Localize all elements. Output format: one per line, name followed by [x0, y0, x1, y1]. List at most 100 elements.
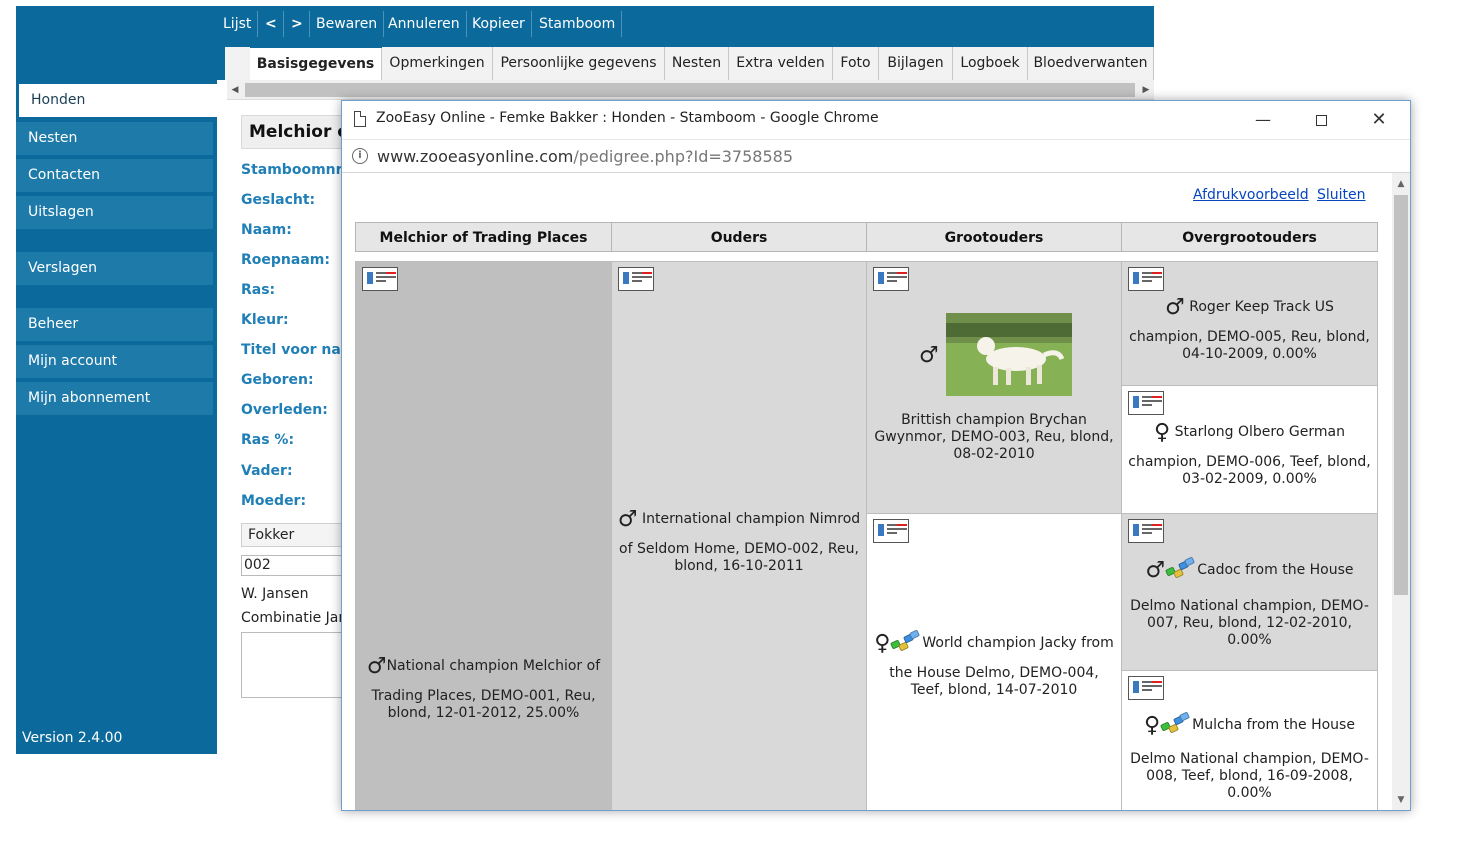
id-card-icon[interactable]	[873, 267, 909, 291]
id-card-icon[interactable]	[1128, 267, 1164, 291]
sidebar-item-verslagen[interactable]: Verslagen	[16, 252, 213, 285]
pedigree-cell-ggp1: ♂ Roger Keep Track US champion, DEMO-005…	[1121, 261, 1378, 386]
close-icon[interactable]: ✕	[1356, 101, 1402, 139]
url-path: /pedigree.php?Id=3758585	[573, 147, 794, 166]
tab-bar-stub	[225, 47, 250, 80]
tab-logboek[interactable]: Logboek	[953, 47, 1028, 80]
male-icon: ♂	[617, 507, 638, 532]
sidebar: Honden Nesten Contacten Uitslagen Versla…	[16, 6, 217, 754]
gems-icon	[890, 629, 921, 652]
dog-photo-image	[946, 313, 1072, 396]
dog-photo[interactable]	[946, 313, 1072, 396]
vertical-scrollbar[interactable]: ▲ ▼	[1392, 173, 1410, 810]
pedigree-cell-ggp3: ♂ Cadoc from the House Delmo National cha…	[1121, 513, 1378, 671]
dog-details: champion, DEMO-005, Reu, blond, 04-10-20…	[1129, 329, 1370, 362]
tab-foto[interactable]: Foto	[833, 47, 879, 80]
dog-details: champion, DEMO-006, Teef, blond, 03-02-2…	[1128, 454, 1371, 487]
scroll-left-icon[interactable]: ◀	[227, 80, 243, 100]
window-titlebar[interactable]: ZooEasy Online - Femke Bakker : Honden -…	[342, 101, 1410, 139]
sidebar-item-nesten[interactable]: Nesten	[16, 122, 213, 155]
dog-details: Delmo National champion, DEMO-007, Reu, …	[1130, 598, 1369, 648]
label-ras: Ras:	[241, 282, 276, 298]
dog-details: Trading Places, DEMO-001, Reu, blond, 12…	[371, 688, 596, 721]
label-kleur: Kleur:	[241, 312, 289, 328]
gems-icon	[1165, 556, 1196, 579]
label-ras-pct: Ras %:	[241, 432, 295, 448]
id-card-icon[interactable]	[362, 267, 398, 291]
female-icon: ♀	[1154, 420, 1171, 445]
tab-extra-velden[interactable]: Extra velden	[729, 47, 833, 80]
sidebar-item-honden[interactable]: Honden	[19, 84, 217, 117]
previous-button[interactable]: <	[259, 11, 284, 37]
dog-name[interactable]: World champion Jacky from	[922, 635, 1113, 651]
sidebar-item-mijn-account[interactable]: Mijn account	[16, 345, 213, 378]
id-card-icon[interactable]	[1128, 676, 1164, 700]
dog-title: Melchior o	[241, 115, 351, 149]
fokker-select[interactable]: Fokker	[241, 523, 351, 547]
id-card-icon[interactable]	[873, 519, 909, 543]
save-button[interactable]: Bewaren	[310, 11, 385, 37]
close-link[interactable]: Sluiten	[1317, 187, 1366, 203]
version-label: Version 2.4.00	[22, 730, 123, 746]
pedigree-cell-grandsire: ♂ Brittish champion Brychan Gwynmor, DEM…	[866, 261, 1122, 514]
label-geslacht: Geslacht:	[241, 192, 316, 208]
pedigree-cell-granddam: ♀ World champion Jacky from the House Del…	[866, 513, 1122, 810]
dog-name[interactable]: National champion Melchior of	[387, 658, 601, 674]
horizontal-scrollbar[interactable]: ◀ ▶	[227, 80, 1154, 100]
dog-name-line: ♀ Starlong Olbero German	[1126, 422, 1373, 444]
sidebar-item-mijn-abonnement[interactable]: Mijn abonnement	[16, 382, 213, 415]
info-icon[interactable]: i	[352, 148, 368, 164]
pedigree-popup-window: ZooEasy Online - Femke Bakker : Honden -…	[341, 100, 1411, 811]
dog-info: ♂ International champion Nimrod of Seldo…	[612, 509, 866, 575]
scrollbar-thumb[interactable]	[1394, 195, 1408, 595]
minimize-icon[interactable]: —	[1240, 101, 1286, 139]
label-overleden: Overleden:	[241, 402, 328, 418]
id-card-icon[interactable]	[1128, 519, 1164, 543]
copy-button[interactable]: Kopieer	[466, 11, 532, 37]
next-button[interactable]: >	[285, 11, 310, 37]
tab-bloedverwanten[interactable]: Bloedverwanten	[1028, 47, 1154, 80]
scroll-down-icon[interactable]: ▼	[1392, 791, 1410, 809]
breeder-name: W. Jansen	[241, 586, 309, 602]
dog-name[interactable]: Starlong Olbero German	[1175, 424, 1345, 440]
scroll-up-icon[interactable]: ▲	[1392, 175, 1410, 193]
label-roepnaam: Roepnaam:	[241, 252, 330, 268]
url-text[interactable]: www.zooeasyonline.com/pedigree.php?Id=37…	[377, 147, 793, 166]
cancel-button[interactable]: Annuleren	[382, 11, 467, 37]
sidebar-item-beheer[interactable]: Beheer	[16, 308, 213, 341]
scroll-right-icon[interactable]: ▶	[1138, 80, 1154, 100]
tab-opmerkingen[interactable]: Opmerkingen	[382, 47, 493, 80]
dog-info: ♀ Starlong Olbero German champion, DEMO-…	[1122, 422, 1377, 488]
dog-info: Brittish champion Brychan Gwynmor, DEMO-…	[874, 412, 1114, 462]
notes-textarea[interactable]	[241, 632, 351, 698]
sidebar-item-contacten[interactable]: Contacten	[16, 159, 213, 192]
pedigree-button[interactable]: Stamboom	[533, 11, 623, 37]
list-button[interactable]: Lijst	[217, 11, 259, 37]
tab-basisgegevens[interactable]: Basisgegevens	[250, 48, 382, 80]
print-preview-link[interactable]: Afdrukvoorbeeld	[1193, 187, 1309, 203]
dog-name[interactable]: Roger Keep Track US	[1189, 299, 1334, 315]
maximize-icon[interactable]	[1298, 101, 1344, 139]
dog-name[interactable]: Cadoc from the House	[1197, 562, 1353, 578]
combination-label: Combinatie Jar	[241, 610, 345, 626]
id-card-icon[interactable]	[1128, 391, 1164, 415]
dog-name[interactable]: Mulcha from the House	[1192, 717, 1355, 733]
scrollbar-thumb[interactable]	[245, 83, 1135, 97]
sidebar-item-uitslagen[interactable]: Uitslagen	[16, 196, 213, 229]
window-title: ZooEasy Online - Femke Bakker : Honden -…	[376, 110, 879, 126]
pedigree-content: Afdrukvoorbeeld Sluiten Melchior of Trad…	[342, 173, 1392, 810]
tab-nesten[interactable]: Nesten	[665, 47, 729, 80]
tab-bijlagen[interactable]: Bijlagen	[879, 47, 953, 80]
breeder-code-input[interactable]: 002	[241, 555, 351, 576]
dog-name-line: ♀ World champion Jacky from	[871, 629, 1117, 655]
gems-icon	[1160, 711, 1191, 734]
dog-name[interactable]: International champion Nimrod	[642, 511, 860, 527]
dog-name-line: ♂ Cadoc from the House	[1126, 556, 1373, 582]
male-icon: ♂	[919, 343, 939, 368]
label-moeder: Moeder:	[241, 493, 307, 509]
address-bar[interactable]: i www.zooeasyonline.com/pedigree.php?Id=…	[342, 139, 1410, 173]
page-icon	[354, 111, 366, 127]
id-card-icon[interactable]	[618, 267, 654, 291]
dog-info: ♂National champion Melchior of Trading P…	[356, 656, 611, 722]
tab-persoonlijke-gegevens[interactable]: Persoonlijke gegevens	[493, 47, 665, 80]
